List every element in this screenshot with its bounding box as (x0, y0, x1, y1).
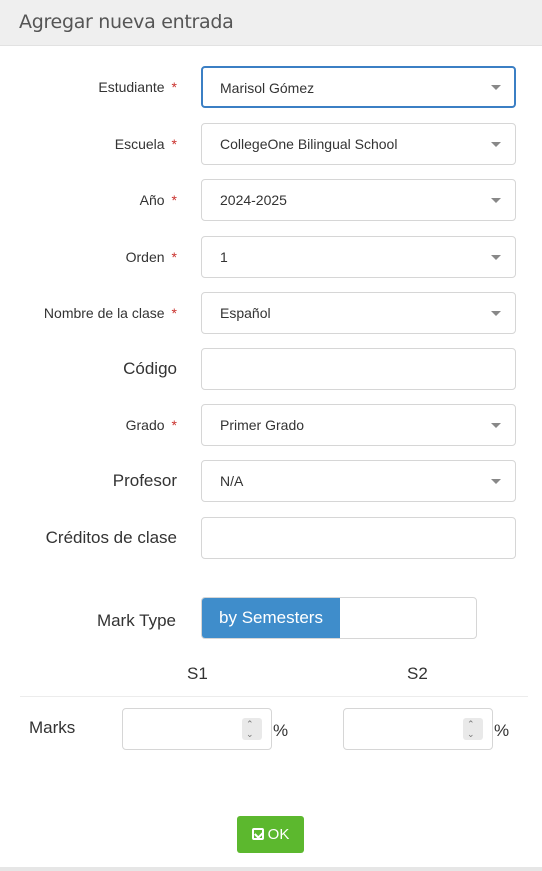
caret-down-icon (491, 479, 501, 484)
modal-header: Agregar nueva entrada (0, 0, 542, 46)
percent-sign-s1: % (273, 721, 289, 740)
mark-type-label: Mark Type (96, 611, 176, 630)
field-codigo: Código (0, 348, 542, 390)
anio-select[interactable]: 2024-2025 (201, 179, 516, 221)
estudiante-value: Marisol Gómez (220, 80, 315, 96)
codigo-input[interactable] (201, 348, 516, 390)
spinner-icon[interactable]: ⌃ ⌄ (463, 718, 483, 740)
required-marker: * (171, 249, 177, 265)
orden-label: Orden * (125, 249, 177, 265)
ok-label: OK (267, 826, 290, 843)
field-nombre-clase: Nombre de la clase * Español (0, 292, 542, 334)
creditos-input[interactable] (201, 517, 516, 559)
orden-value: 1 (220, 249, 228, 265)
required-marker: * (171, 305, 177, 321)
codigo-label: Código (123, 359, 177, 378)
estudiante-label: Estudiante * (98, 79, 177, 95)
field-anio: Año * 2024-2025 (0, 179, 542, 221)
mark-s2-input[interactable]: ⌃ ⌄ (343, 708, 493, 750)
required-marker: * (171, 417, 177, 433)
mark-s1-input[interactable]: ⌃ ⌄ (122, 708, 272, 750)
field-grado: Grado * Primer Grado (0, 404, 542, 446)
profesor-value: N/A (220, 473, 244, 489)
grado-select[interactable]: Primer Grado (201, 404, 516, 446)
caret-down-icon (491, 423, 501, 428)
escuela-value: CollegeOne Bilingual School (220, 136, 398, 152)
column-header-s1: S1 (187, 664, 208, 683)
field-orden: Orden * 1 (0, 236, 542, 278)
required-marker: * (171, 79, 177, 95)
caret-down-icon (491, 255, 501, 260)
nombre-clase-value: Español (220, 305, 271, 321)
caret-down-icon (491, 311, 501, 316)
check-square-icon (251, 828, 264, 840)
marks-label: Marks (29, 718, 76, 737)
required-marker: * (171, 136, 177, 152)
field-escuela: Escuela * CollegeOne Bilingual School (0, 123, 542, 165)
creditos-label: Créditos de clase (45, 528, 177, 547)
profesor-label: Profesor (112, 471, 177, 490)
anio-value: 2024-2025 (220, 192, 287, 208)
grado-value: Primer Grado (220, 417, 305, 433)
mark-type-toggle[interactable]: by Semesters (201, 597, 477, 639)
field-estudiante: Estudiante * Marisol Gómez (0, 66, 542, 108)
escuela-select[interactable]: CollegeOne Bilingual School (201, 123, 516, 165)
caret-down-icon (491, 198, 501, 203)
field-profesor: Profesor N/A (0, 460, 542, 502)
grado-label: Grado * (125, 417, 177, 433)
orden-select[interactable]: 1 (201, 236, 516, 278)
ok-button[interactable]: OK (237, 816, 304, 853)
nombre-clase-select[interactable]: Español (201, 292, 516, 334)
spinner-icon[interactable]: ⌃ ⌄ (242, 718, 262, 740)
estudiante-select[interactable]: Marisol Gómez (201, 66, 516, 108)
nombre-clase-label: Nombre de la clase * (43, 305, 177, 321)
field-creditos: Créditos de clase (0, 517, 542, 559)
divider (20, 696, 528, 697)
percent-sign-s2: % (494, 721, 510, 740)
modal-title: Agregar nueva entrada (19, 11, 234, 33)
anio-label: Año * (139, 192, 177, 208)
column-header-s2: S2 (407, 664, 428, 683)
caret-down-icon (491, 142, 501, 147)
mark-type-option-semesters[interactable]: by Semesters (202, 598, 340, 638)
required-marker: * (171, 192, 177, 208)
profesor-select[interactable]: N/A (201, 460, 516, 502)
modal-footer-edge (0, 867, 542, 871)
caret-down-icon (491, 85, 501, 90)
escuela-label: Escuela * (114, 136, 177, 152)
